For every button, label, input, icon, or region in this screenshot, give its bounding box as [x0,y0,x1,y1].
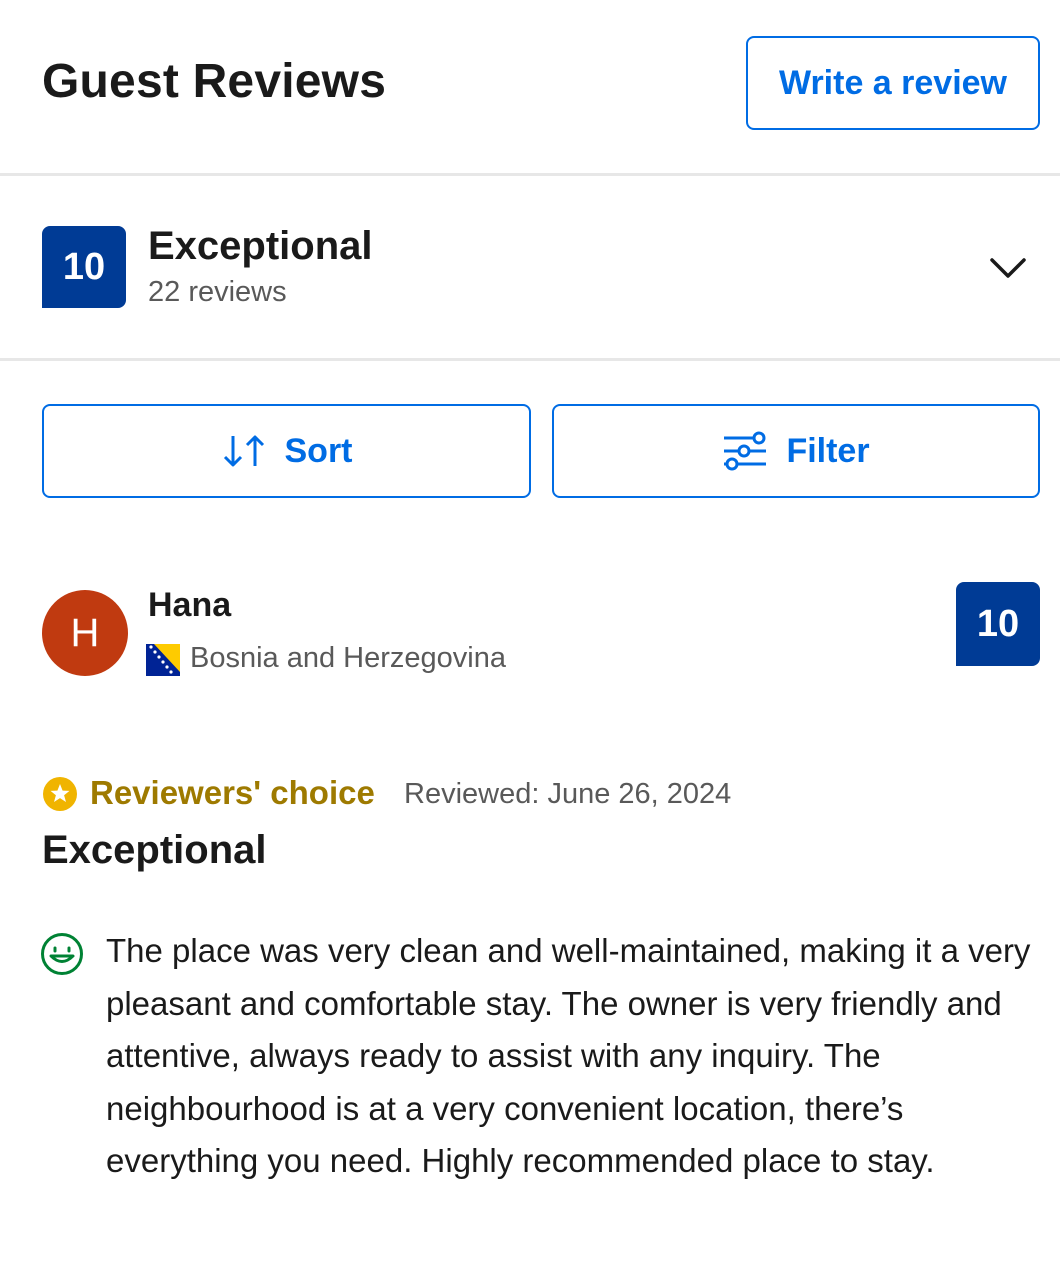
bosnia-flag-icon [146,644,180,676]
filter-label: Filter [786,431,870,470]
avatar: H [42,590,128,676]
reviewer-country: Bosnia and Herzegovina [190,642,506,674]
filter-button[interactable]: Filter [552,404,1040,498]
review-score-badge: 10 [956,582,1040,666]
sort-button[interactable]: Sort [42,404,531,498]
chevron-down-icon[interactable] [986,246,1030,290]
reviewer-name: Hana [148,586,232,624]
score-badge: 10 [42,226,126,308]
page-title: Guest Reviews [42,55,387,108]
sort-label: Sort [284,431,353,470]
divider [0,173,1060,176]
reviewers-choice-label: Reviewers' choice [90,774,375,811]
reviews-header: Guest Reviews Write a review [0,0,1060,174]
review-title: Exceptional [42,828,267,872]
smile-icon [41,933,83,975]
sort-arrows-icon [221,433,267,469]
review-date: Reviewed: June 26, 2024 [404,778,732,810]
filter-sliders-icon [722,430,768,472]
review-body: The place was very clean and well-mainta… [106,932,1031,1179]
review-count: 22 reviews [148,276,287,308]
divider [0,358,1060,361]
write-review-button[interactable]: Write a review [746,36,1040,130]
rating-word: Exceptional [148,224,373,268]
star-badge-icon [43,777,77,811]
